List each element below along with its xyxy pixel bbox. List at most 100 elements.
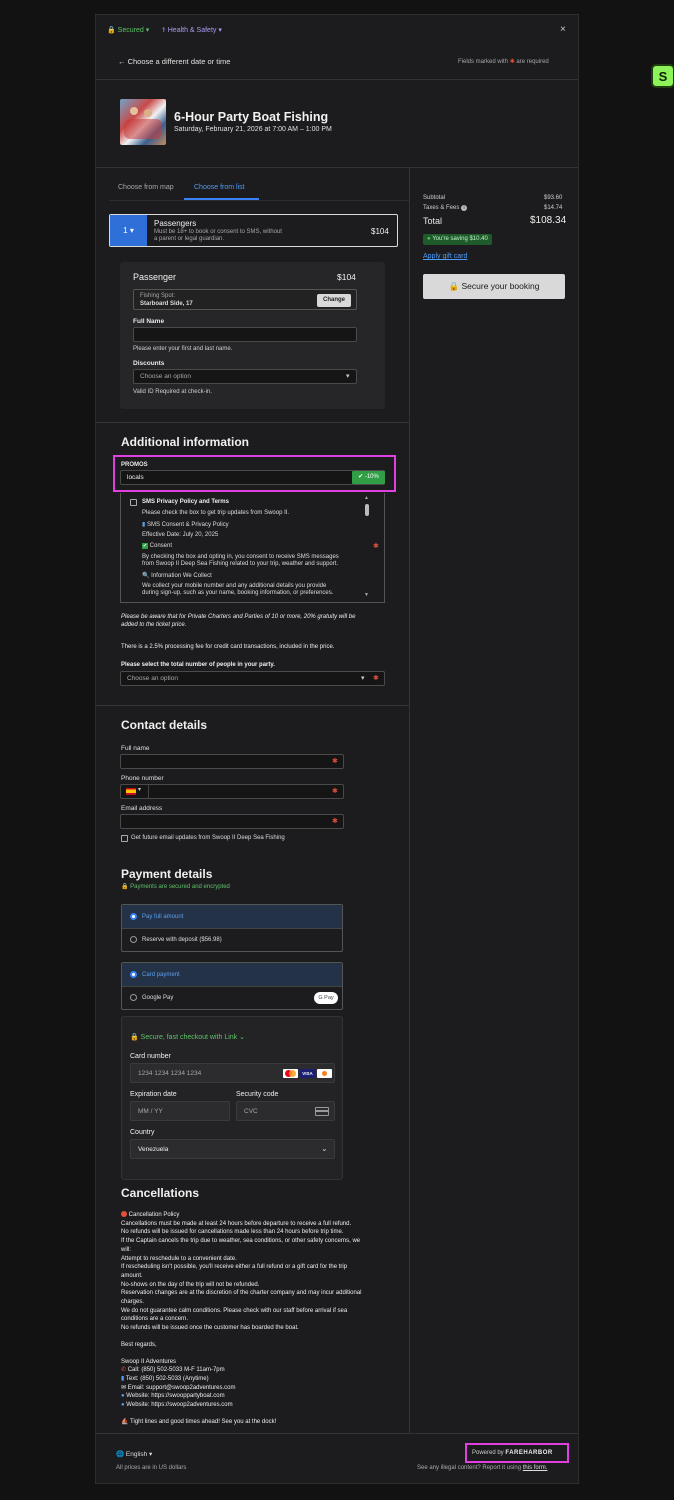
card-number-input[interactable]: 1234 1234 1234 1234 VISA [130,1063,335,1083]
chevron-down-icon: ▾ [129,226,134,235]
language-select[interactable]: 🌐 English ▾ [116,1450,152,1458]
total-label: Total [423,216,443,226]
sms-policy-box[interactable]: SMS Privacy Policy and Terms Please chec… [120,493,385,603]
phone-label: Phone number [121,775,164,782]
passengers-price: $104 [371,227,389,236]
gratuity-notice-1: Please be aware that for Private Charter… [121,614,356,620]
lock-icon: 🔒 [130,1034,139,1041]
chevron-down-icon: ▾ [218,27,222,34]
contact-details-title: Contact details [121,718,208,732]
required-asterisk-icon: ✱ [373,675,379,682]
email-input[interactable]: ✱ [120,814,344,829]
discounts-help: Valid ID Required at check-in. [133,389,212,395]
globe-icon: ● [121,1402,125,1409]
tab-choose-from-list[interactable]: Choose from list [194,184,245,191]
secured-dropdown[interactable]: 🔒 Secured ▾ [107,26,149,34]
visa-icon: VISA [300,1069,315,1078]
card-payment-option[interactable]: Card payment [122,963,342,986]
promo-applied-badge: ✔ -10% [352,471,385,484]
close-icon[interactable]: × [560,24,566,35]
globe-icon: ● [121,1393,125,1400]
chevron-down-icon: ▾ [138,787,142,793]
contact-full-name-label: Full name [121,745,150,752]
health-icon: ⚕ [162,27,166,34]
required-asterisk-icon: ✱ [332,788,338,795]
link-checkout-toggle[interactable]: 🔒 Secure, fast checkout with Link ⌄ [130,1033,245,1041]
info-icon[interactable]: i [461,205,468,211]
change-button[interactable]: Change [317,294,351,307]
apply-gift-card-link[interactable]: Apply gift card [423,253,467,260]
secure-booking-button[interactable]: 🔒 Secure your booking [423,274,565,299]
divider [96,79,578,80]
chevron-down-icon: ▾ [346,373,350,380]
lock-icon: 🔒 [121,884,129,890]
passenger-count-select[interactable]: 1 ▾ [110,215,147,246]
party-size-label: Please select the total number of people… [121,662,275,668]
cvc-card-icon [315,1107,329,1116]
google-pay-option[interactable]: Google Pay G Pay [122,987,342,1009]
radio-unselected [130,994,137,1001]
tabs-baseline [109,200,409,201]
side-widget-button[interactable]: S [651,64,674,88]
additional-info-title: Additional information [121,435,249,449]
contact-full-name-input[interactable]: ✱ [120,754,344,769]
passenger-card: Passenger $104 Fishing Spot: Starboard S… [120,262,385,409]
security-code-label: Security code [236,1091,279,1098]
fishing-spot-label: Fishing Spot: [140,293,176,299]
arrow-left-icon: ← [118,57,126,66]
column-divider [409,168,410,1433]
radio-unselected [130,936,137,943]
report-content-note: See any illegal content? Report it using… [417,1465,548,1471]
subtotal-label: Subtotal [423,195,446,201]
divider [96,705,409,706]
email-updates-checkbox[interactable] [121,835,128,842]
globe-icon: 🌐 [116,1451,125,1458]
promos-label: PROMOS [121,462,148,468]
email-icon: ✉ [121,1384,127,1391]
phone-icon: ✆ [121,1367,127,1374]
gratuity-notice-2: added to the ticket price. [121,622,187,628]
google-pay-badge: G Pay [314,992,338,1004]
taxes-label: Taxes & Fees i [423,205,468,211]
scrollbar[interactable]: ▲ ▼ [364,495,370,599]
check-box-icon: ✔ [142,543,148,549]
back-link[interactable]: ← Choose a different date or time [118,57,230,66]
chevron-down-icon: ⌄ [239,1034,245,1041]
currency-note: All prices are in US dollars [116,1465,187,1471]
passenger-full-name-input[interactable] [133,327,357,342]
country-label: Country [130,1129,155,1136]
health-safety-dropdown[interactable]: ⚕ Health & Safety ▾ [162,26,222,34]
tab-choose-from-map[interactable]: Choose from map [118,184,174,191]
country-select[interactable]: Venezuela ⌄ [130,1139,335,1159]
pay-full-option[interactable]: Pay full amount [122,905,342,928]
passengers-desc-2: a parent or legal guardian. [154,236,225,242]
reserve-deposit-option[interactable]: Reserve with deposit ($56.98) [122,929,342,951]
taxes-value: $14.74 [544,205,563,211]
sms-checkbox[interactable] [130,499,137,506]
cancellation-policy-text: Cancellation Policy Cancellations must b… [121,1211,362,1425]
party-size-select[interactable]: Choose an option ▾ ✱ [120,671,385,686]
country-code-select[interactable]: ▾ [124,787,146,797]
fishing-spot-box: Fishing Spot: Starboard Side, 17 Change [133,289,357,310]
security-code-input[interactable]: CVC [236,1101,335,1121]
powered-by-box[interactable]: Powered by FAREHARBOR [465,1443,569,1463]
email-updates-label: Get future email updates from Swoop II D… [131,835,285,841]
search-icon: 🔍 [142,573,150,579]
report-form-link[interactable]: this form. [523,1465,548,1471]
email-label: Email address [121,805,163,812]
expiration-input[interactable]: MM / YY [130,1101,230,1121]
divider [96,167,578,168]
payment-amount-options: Pay full amount Reserve with deposit ($5… [121,904,343,952]
required-asterisk-icon: ✱ [373,543,379,550]
phone-number-input[interactable]: ▾ ✱ [120,784,344,799]
cancellations-title: Cancellations [121,1186,200,1200]
passengers-row[interactable]: 1 ▾ Passengers Must be 18+ to book or co… [109,214,398,247]
full-name-label: Full Name [133,318,165,325]
promo-code-input[interactable]: locals ✔ -10% [120,470,385,485]
passengers-desc-1: Must be 18+ to book or consent to SMS, w… [154,229,282,235]
chevron-down-icon: ▾ [361,675,365,682]
check-circle-icon: ✔ [358,474,364,480]
fareharbor-logo: FAREHARBOR [505,1450,553,1456]
discounts-select[interactable]: Choose an option ▾ [133,369,357,384]
payment-secure-note: 🔒 Payments are secured and encrypted [121,884,230,890]
